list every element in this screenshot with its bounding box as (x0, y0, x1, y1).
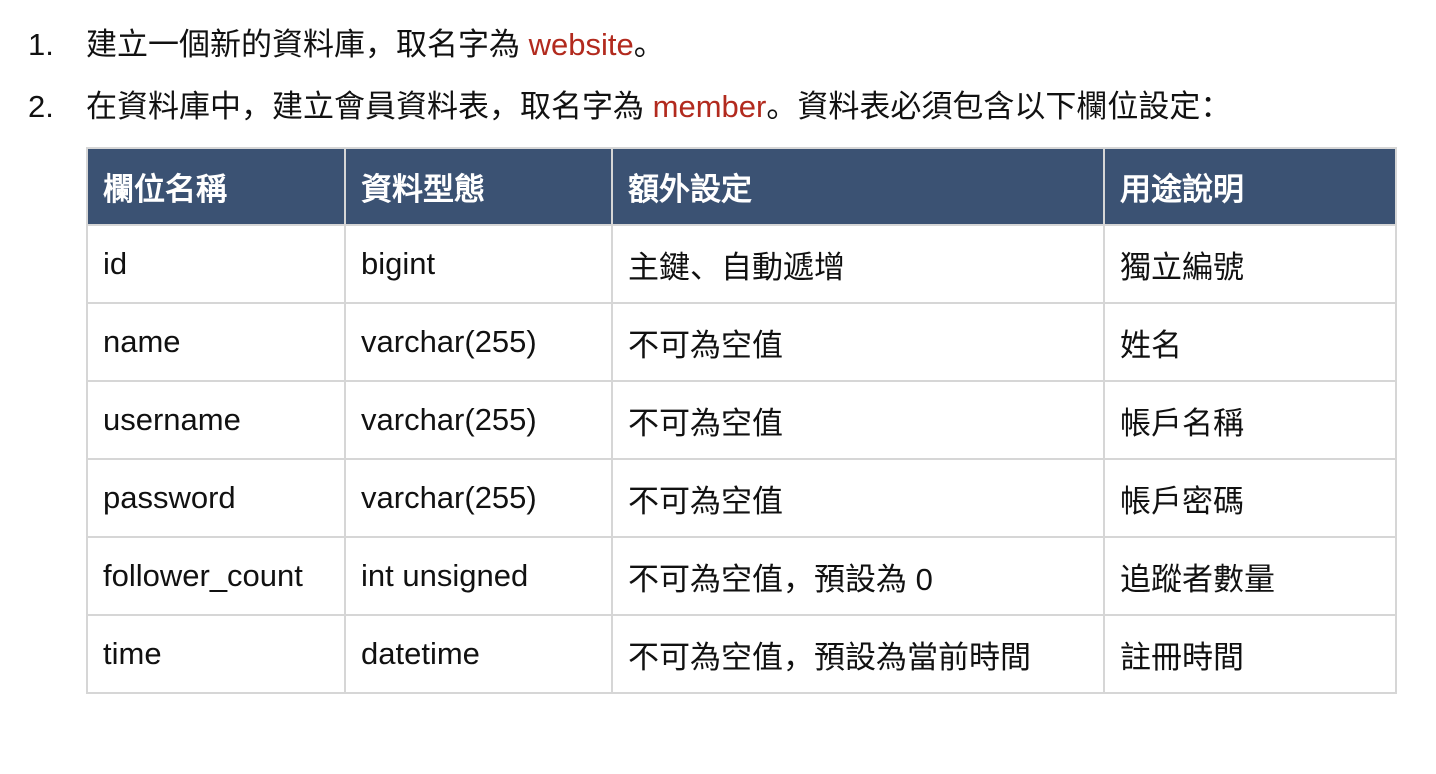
cell-purpose: 追蹤者數量 (1103, 536, 1397, 616)
step-number: 1. (28, 27, 54, 62)
cell-field-name: password (86, 458, 346, 538)
table-row: time datetime 不可為空值，預設為當前時間 註冊時間 (86, 614, 1397, 694)
cell-field-name: name (86, 302, 346, 382)
header-purpose: 用途說明 (1103, 147, 1397, 226)
cell-purpose: 姓名 (1103, 302, 1397, 382)
cell-data-type: varchar(255) (344, 380, 613, 460)
step-text-before: 在資料庫中，建立會員資料表，取名字為 (86, 89, 653, 124)
table-row: username varchar(255) 不可為空值 帳戶名稱 (86, 380, 1397, 460)
member-schema-table: 欄位名稱 資料型態 額外設定 用途說明 id bigint 主鍵、自動遞增 獨立… (86, 147, 1397, 694)
cell-purpose: 註冊時間 (1103, 614, 1397, 694)
cell-data-type: varchar(255) (344, 302, 613, 382)
table-row: follower_count int unsigned 不可為空值，預設為 0 … (86, 536, 1397, 616)
cell-data-type: bigint (344, 224, 613, 304)
cell-data-type: int unsigned (344, 536, 613, 616)
table-row: password varchar(255) 不可為空值 帳戶密碼 (86, 458, 1397, 538)
step-text: 建立一個新的資料庫，取名字為 website。 (86, 20, 665, 70)
header-data-type: 資料型態 (344, 147, 613, 226)
header-extra-settings: 額外設定 (611, 147, 1105, 226)
step-number: 2. (28, 89, 54, 124)
cell-extra-settings: 不可為空值 (611, 302, 1105, 382)
instruction-step-2: 2. 在資料庫中，建立會員資料表，取名字為 member。資料表必須包含以下欄位… (0, 82, 1436, 144)
instruction-step-1: 1. 建立一個新的資料庫，取名字為 website。 (0, 20, 1436, 82)
table-row: name varchar(255) 不可為空值 姓名 (86, 302, 1397, 382)
cell-extra-settings: 不可為空值 (611, 380, 1105, 460)
cell-extra-settings: 不可為空值，預設為 0 (611, 536, 1105, 616)
step-text-after: 。 (633, 27, 665, 62)
database-name-keyword: website (528, 27, 634, 62)
table-name-keyword: member (652, 89, 767, 124)
cell-field-name: username (86, 380, 346, 460)
cell-extra-settings: 不可為空值 (611, 458, 1105, 538)
cell-data-type: varchar(255) (344, 458, 613, 538)
cell-extra-settings: 主鍵、自動遞增 (611, 224, 1105, 304)
step-text-after: 。資料表必須包含以下欄位設定： (766, 89, 1232, 124)
step-text-before: 建立一個新的資料庫，取名字為 (86, 27, 529, 62)
cell-data-type: datetime (344, 614, 613, 694)
cell-extra-settings: 不可為空值，預設為當前時間 (611, 614, 1105, 694)
table-row: id bigint 主鍵、自動遞增 獨立編號 (86, 224, 1397, 304)
cell-purpose: 帳戶密碼 (1103, 458, 1397, 538)
step-text: 在資料庫中，建立會員資料表，取名字為 member。資料表必須包含以下欄位設定： (86, 82, 1231, 132)
table-header-row: 欄位名稱 資料型態 額外設定 用途說明 (86, 147, 1397, 226)
cell-purpose: 獨立編號 (1103, 224, 1397, 304)
header-field-name: 欄位名稱 (86, 147, 346, 226)
cell-field-name: id (86, 224, 346, 304)
cell-field-name: time (86, 614, 346, 694)
instruction-list: 1. 建立一個新的資料庫，取名字為 website。 2. 在資料庫中，建立會員… (0, 20, 1436, 144)
cell-field-name: follower_count (86, 536, 346, 616)
cell-purpose: 帳戶名稱 (1103, 380, 1397, 460)
